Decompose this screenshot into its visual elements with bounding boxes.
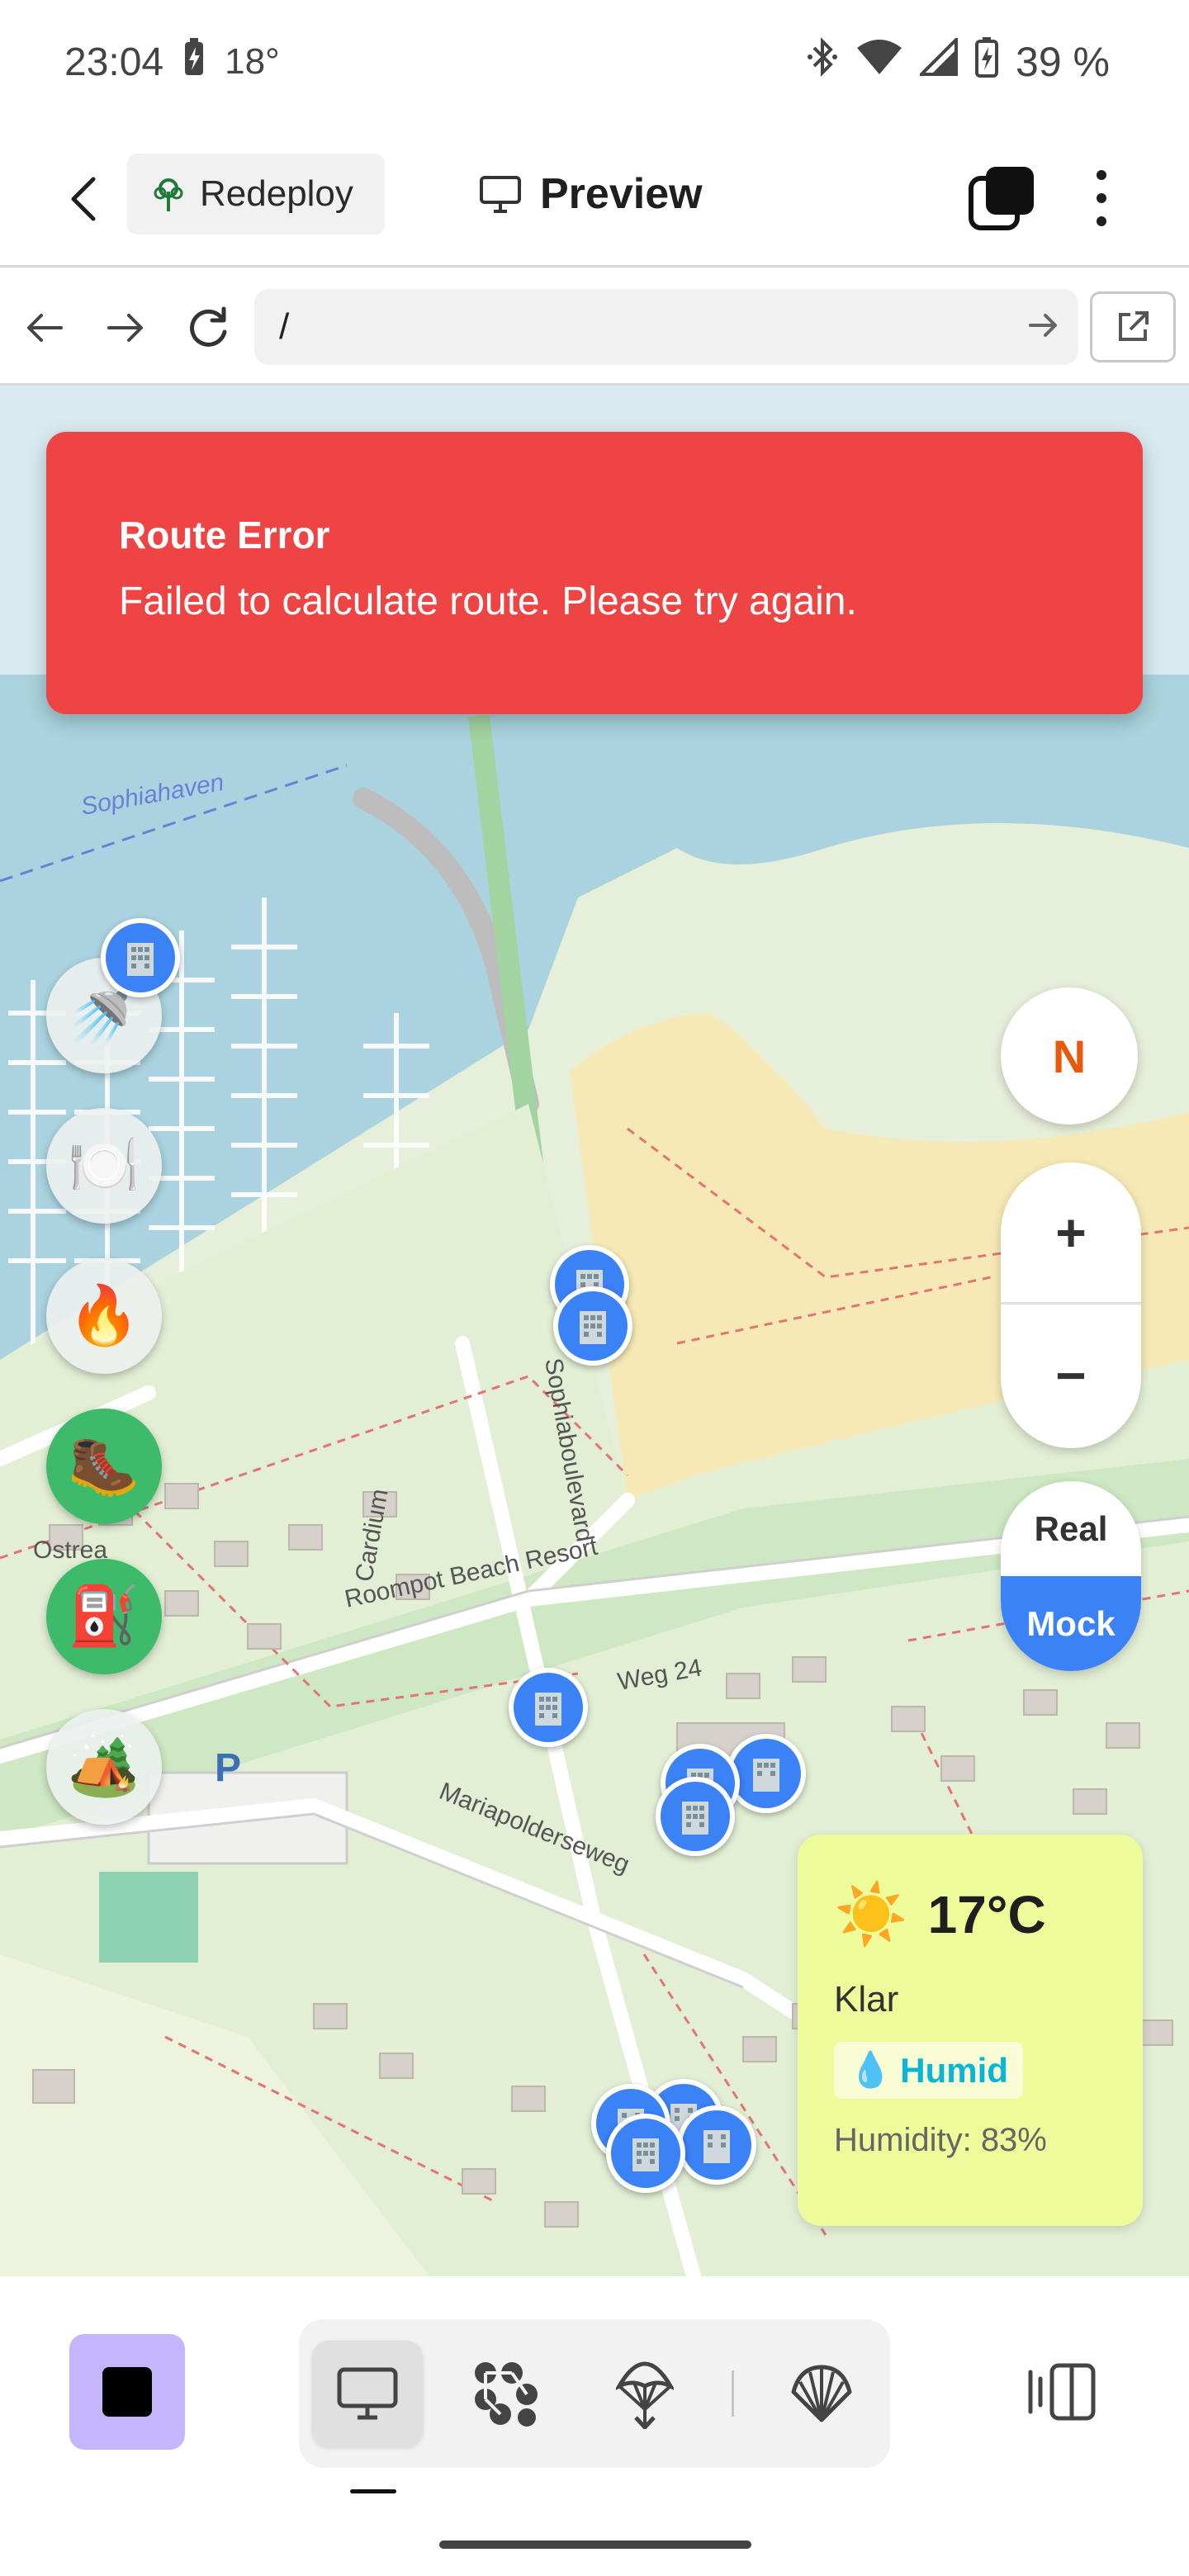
browser-bar: /	[0, 270, 1189, 386]
map-label-parking: P	[215, 1746, 241, 1790]
reload-button[interactable]	[182, 301, 234, 354]
view-mode-group	[299, 2319, 890, 2468]
nodes-mode-button[interactable]	[451, 2341, 561, 2446]
droplet-icon: 💧	[849, 2050, 893, 2089]
status-time: 23:04	[64, 40, 164, 84]
building-icon	[106, 923, 175, 992]
back-button[interactable]	[54, 170, 112, 228]
arrow-left-icon	[27, 314, 63, 342]
url-text: /	[279, 306, 290, 347]
data-mode-toggle: Real Mock	[1001, 1481, 1141, 1671]
bottom-toolbar	[0, 2276, 1189, 2576]
preview-mode-button[interactable]	[312, 2341, 423, 2446]
map-marker[interactable]	[606, 2114, 685, 2193]
poi-fuel-button[interactable]: ⛽	[46, 1559, 162, 1674]
map-marker[interactable]	[677, 2105, 756, 2185]
external-link-icon	[1119, 311, 1149, 341]
go-button[interactable]	[1027, 307, 1060, 353]
stop-button[interactable]	[69, 2334, 185, 2450]
hiking-boot-icon: 🥾	[68, 1433, 140, 1498]
building-icon	[732, 1739, 801, 1808]
battery-saver-icon	[182, 37, 206, 87]
poi-hiking-button[interactable]: 🥾	[46, 1409, 162, 1524]
chevron-left-icon	[71, 177, 96, 221]
building-icon	[661, 1782, 730, 1851]
open-in-new-tab-button[interactable]	[1090, 291, 1176, 362]
building-icon	[514, 1673, 583, 1742]
poi-campfire-button[interactable]: 🔥	[46, 1258, 162, 1374]
building-icon	[558, 1291, 628, 1361]
app-bar: Redeploy Preview	[0, 132, 1189, 268]
status-temperature: 18°	[225, 41, 280, 82]
zoom-control: + −	[1001, 1163, 1141, 1448]
tent-icon: 🏕️	[68, 1734, 140, 1798]
preview-label: Preview	[540, 170, 703, 218]
more-options-button[interactable]	[1078, 165, 1125, 231]
weather-temperature: 17°C	[927, 1884, 1046, 1944]
arrow-right-icon	[107, 314, 143, 342]
weather-card: ☀️ 17°C Klar 💧 Humid Humidity: 83%	[798, 1835, 1143, 2226]
monitor-icon	[337, 2367, 398, 2420]
toolbar-divider	[732, 2370, 734, 2417]
tree-icon	[154, 178, 183, 211]
tabs-icon	[969, 167, 1034, 230]
poi-restaurant-button[interactable]: 🍽️	[46, 1108, 162, 1224]
toggle-panel-button[interactable]	[1007, 2346, 1115, 2438]
more-vert-icon	[1097, 170, 1106, 180]
browser-forward-button[interactable]	[99, 301, 152, 354]
fire-icon: 🔥	[68, 1283, 140, 1347]
cellular-signal-icon	[917, 36, 959, 86]
toast-message: Failed to calculate route. Please try ag…	[119, 580, 857, 623]
deploy-mode-button[interactable]	[590, 2341, 700, 2446]
map-marker[interactable]	[656, 1777, 735, 1856]
battery-charging-icon	[974, 36, 999, 88]
shell-icon	[791, 2365, 852, 2422]
restaurant-icon: 🍽️	[68, 1133, 140, 1197]
monitor-icon	[480, 176, 521, 213]
compass-north-label: N	[1052, 1030, 1087, 1082]
building-icon	[611, 2119, 680, 2188]
humidity-badge-label: Humid	[900, 2050, 1008, 2090]
zoom-out-button[interactable]: −	[1001, 1305, 1141, 1447]
parachute-icon	[616, 2361, 674, 2429]
browser-back-button[interactable]	[18, 301, 71, 354]
tabs-switcher-button[interactable]	[966, 162, 1039, 234]
building-icon	[682, 2110, 751, 2180]
map-marker[interactable]	[509, 1668, 588, 1747]
battery-percentage: 39 %	[1016, 39, 1110, 85]
toast-title: Route Error	[119, 514, 330, 556]
route-error-toast[interactable]: Route Error Failed to calculate route. P…	[46, 432, 1143, 714]
compass-button[interactable]: N	[1001, 987, 1138, 1125]
sun-icon: ☀️	[834, 1882, 908, 1948]
status-bar: 23:04 18° 39 %	[0, 0, 1189, 124]
stop-icon	[102, 2367, 152, 2417]
network-icon	[475, 2362, 538, 2427]
map-marker[interactable]	[101, 918, 180, 997]
reload-icon	[190, 306, 227, 347]
zoom-in-button[interactable]: +	[1001, 1163, 1141, 1305]
shell-mode-button[interactable]	[766, 2341, 877, 2446]
url-input[interactable]: /	[254, 289, 1078, 365]
bluetooth-icon	[806, 36, 839, 88]
redeploy-button[interactable]: Redeploy	[127, 154, 385, 234]
sidebar-panel-icon	[1028, 2363, 1096, 2421]
home-indicator[interactable]	[439, 2540, 751, 2549]
weather-condition: Klar	[834, 1979, 899, 2020]
active-mode-indicator	[350, 2489, 396, 2493]
preview-tab[interactable]: Preview	[479, 154, 703, 234]
humidity-value: Humidity: 83%	[834, 2122, 1047, 2158]
arrow-right-icon	[1029, 314, 1057, 337]
humidity-badge: 💧 Humid	[834, 2042, 1023, 2099]
map-marker[interactable]	[553, 1286, 632, 1366]
poi-camping-button[interactable]: 🏕️	[46, 1709, 162, 1825]
fuel-pump-icon: ⛽	[68, 1584, 140, 1648]
redeploy-label: Redeploy	[200, 173, 353, 214]
wifi-icon	[855, 38, 903, 86]
